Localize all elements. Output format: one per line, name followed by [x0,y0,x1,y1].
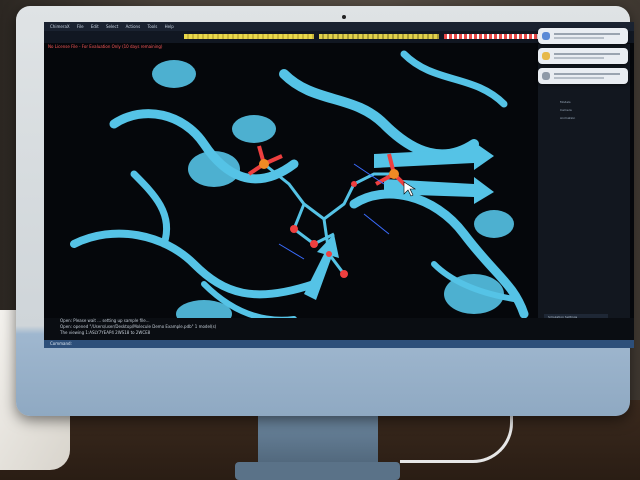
notification-1[interactable] [538,28,628,44]
menu-item-actions[interactable]: Actions [126,24,141,29]
side-panel-item-models[interactable]: Models [560,100,571,104]
monitor-stand-foot [235,462,400,480]
menu-item-select[interactable]: Select [106,24,118,29]
notification-line [554,53,620,55]
notification-icon [542,52,550,60]
notification-icon [542,72,550,80]
screen: ChimeraX File Edit Select Actions Tools … [44,22,634,348]
log-console: Open: Please wait ... setting up sample … [44,318,634,340]
notification-line [554,57,604,59]
notification-line [554,73,620,75]
notification-line [554,33,620,35]
notification-2[interactable] [538,48,628,64]
menu-item-app[interactable]: ChimeraX [50,24,70,29]
menu-item-tools[interactable]: Tools [147,24,157,29]
menu-item-help[interactable]: Help [165,24,174,29]
notification-line [554,77,604,79]
webcam [342,15,346,19]
notification-line [554,37,604,39]
notification-icon [542,32,550,40]
molecule-viewport[interactable] [54,44,534,334]
monitor-stand [258,410,378,470]
side-panel [538,44,630,332]
command-line-input[interactable]: Command: [44,340,634,348]
menu-item-file[interactable]: File [77,24,84,29]
imac-monitor: ChimeraX File Edit Select Actions Tools … [16,6,634,416]
side-panel-item-animation[interactable]: Animation [560,116,575,120]
sequence-track-a[interactable] [184,34,314,39]
sequence-track-b[interactable] [319,34,439,39]
sequence-track-c[interactable] [444,34,544,39]
console-line: The viewing 1:ASLY7YEAP4 2WS18 to 2WCE8 [60,330,151,335]
notification-3[interactable] [538,68,628,84]
menu-item-edit[interactable]: Edit [91,24,99,29]
side-panel-item-camera[interactable]: Camera [560,108,572,112]
